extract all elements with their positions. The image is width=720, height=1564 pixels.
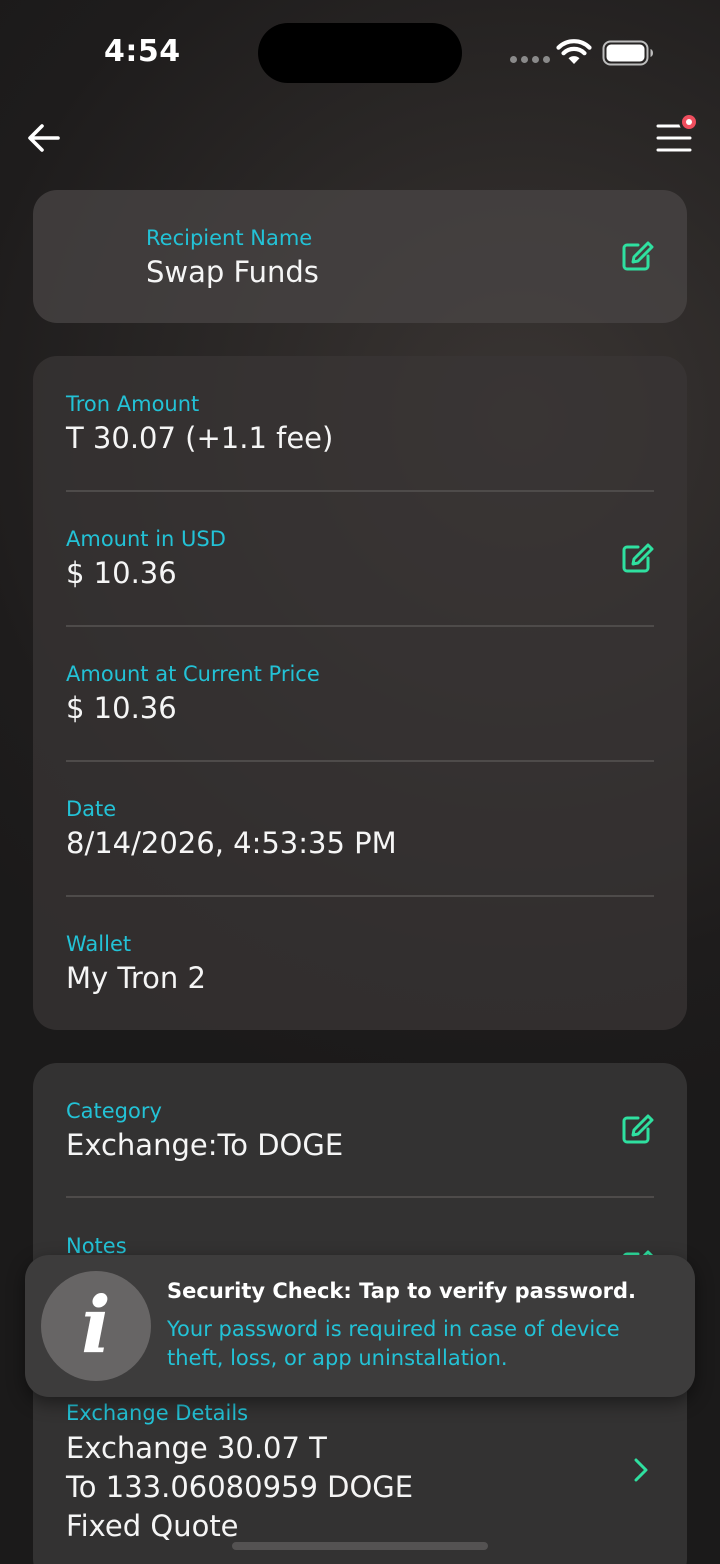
- date-row: Date 8/14/2026, 4:53:35 PM: [66, 796, 654, 861]
- divider: [66, 625, 654, 627]
- back-button[interactable]: [24, 118, 64, 158]
- exchange-line-2: To 133.06080959 DOGE: [66, 1470, 414, 1504]
- divider: [66, 490, 654, 492]
- amount-usd-value: $ 10.36: [66, 556, 177, 590]
- transaction-details-card: Tron Amount T 30.07 (+1.1 fee) Amount in…: [33, 356, 687, 1030]
- edit-pencil-icon[interactable]: [621, 240, 655, 272]
- tron-amount-label: Tron Amount: [66, 392, 200, 416]
- wallet-row: Wallet My Tron 2: [66, 931, 654, 996]
- date-label: Date: [66, 797, 117, 821]
- edit-pencil-icon[interactable]: [621, 542, 655, 574]
- dynamic-island: [258, 23, 462, 83]
- info-icon-glyph: i: [81, 1280, 111, 1371]
- amount-current-value: $ 10.36: [66, 691, 177, 725]
- cellular-signal-icon: [510, 56, 550, 63]
- status-bar: 4:54: [0, 0, 720, 100]
- recipient-row: Recipient Name Swap Funds: [146, 225, 586, 290]
- category-value: Exchange:To DOGE: [66, 1128, 344, 1162]
- divider: [66, 895, 654, 897]
- chevron-right-icon[interactable]: [630, 1457, 652, 1483]
- category-label: Category: [66, 1099, 162, 1123]
- tron-amount-row: Tron Amount T 30.07 (+1.1 fee): [66, 391, 654, 456]
- recipient-value: Swap Funds: [146, 255, 319, 289]
- edit-pencil-icon[interactable]: [621, 1113, 655, 1145]
- exchange-line-1: Exchange 30.07 T: [66, 1431, 327, 1465]
- amount-usd-row[interactable]: Amount in USD $ 10.36: [66, 526, 654, 591]
- tron-amount-value: T 30.07 (+1.1 fee): [66, 421, 334, 455]
- date-value: 8/14/2026, 4:53:35 PM: [66, 826, 397, 860]
- arrow-left-icon: [28, 124, 60, 152]
- exchange-line-3: Fixed Quote: [66, 1509, 239, 1543]
- amount-usd-label: Amount in USD: [66, 527, 226, 551]
- transaction-detail-screen: 4:54 Recipient Name Swap Funds Tron Amou…: [0, 0, 720, 1564]
- toast-title: Security Check: Tap to verify password.: [167, 1279, 637, 1303]
- amount-current-label: Amount at Current Price: [66, 662, 320, 686]
- recipient-label: Recipient Name: [146, 226, 313, 250]
- exchange-details-row[interactable]: Exchange Details Exchange 30.07 T To 133…: [66, 1400, 654, 1544]
- home-indicator[interactable]: [232, 1542, 488, 1550]
- exchange-details-label: Exchange Details: [66, 1401, 249, 1425]
- toast-body: Your password is required in case of dev…: [167, 1317, 620, 1370]
- category-row[interactable]: Category Exchange:To DOGE: [66, 1098, 654, 1163]
- divider: [66, 1196, 654, 1198]
- wallet-label: Wallet: [66, 932, 132, 956]
- wifi-icon: [556, 39, 592, 64]
- notification-badge: [679, 112, 699, 132]
- recipient-card[interactable]: Recipient Name Swap Funds: [33, 190, 687, 323]
- info-icon: i: [41, 1271, 151, 1381]
- wallet-value: My Tron 2: [66, 961, 206, 995]
- security-check-toast[interactable]: i Security Check: Tap to verify password…: [25, 1255, 695, 1397]
- amount-current-row: Amount at Current Price $ 10.36: [66, 661, 654, 726]
- status-time: 4:54: [104, 34, 181, 69]
- divider: [66, 760, 654, 762]
- battery-icon: [602, 40, 653, 66]
